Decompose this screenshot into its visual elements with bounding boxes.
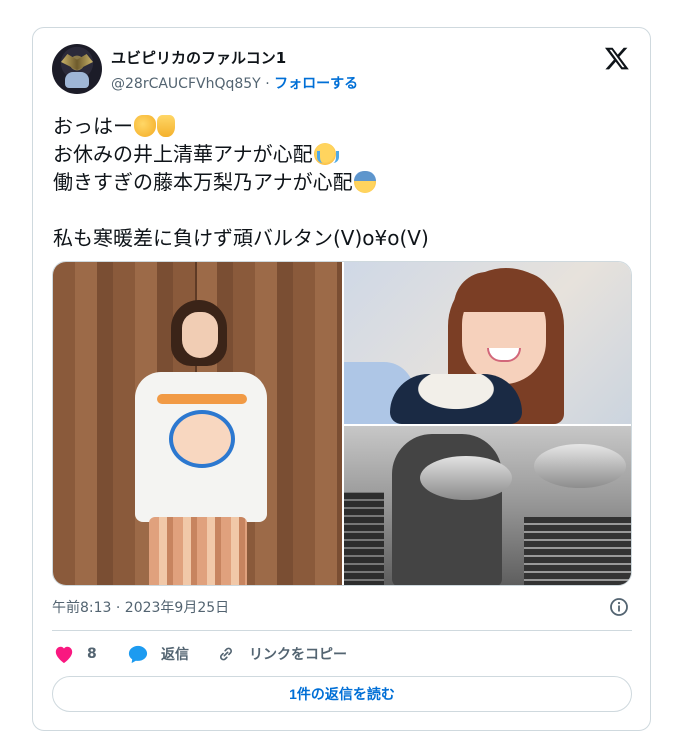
crying-face-emoji-icon (313, 143, 339, 165)
tweet-timestamp[interactable]: 午前8:13 · 2023年9月25日 (52, 597, 229, 617)
tweet-line-3: 働きすぎの藤本万梨乃アナが心配 (53, 168, 429, 196)
face-shape (182, 312, 218, 358)
falcon-emblem-icon (61, 54, 93, 70)
like-button[interactable]: 8 (53, 642, 97, 666)
handle-separator: · (265, 76, 270, 92)
building-right (524, 517, 631, 585)
monster-claw-right (534, 444, 626, 488)
handle-row: @28rCAUCFVhQq85Y · フォローする (111, 73, 358, 93)
monster-claw-left (420, 456, 512, 500)
heart-icon (55, 646, 73, 664)
copy-link-button[interactable]: リンクをコピー (215, 642, 347, 666)
link-icon (220, 647, 232, 661)
tweet-line-3-text: 働きすぎの藤本万梨乃アナが心配 (53, 170, 353, 194)
photo-baltan-monster[interactable] (344, 426, 631, 585)
read-replies-button[interactable]: 1件の返信を読む (52, 676, 632, 712)
ok-hand-emoji-icon (134, 115, 156, 137)
tweet-card: ユビピリカのファルコン1 @28rCAUCFVhQq85Y · フォローする お… (32, 27, 651, 731)
bowl-shape (390, 374, 522, 424)
photo-woman-tshirt[interactable] (53, 262, 342, 585)
tweet-line-1: おっはー (53, 112, 429, 140)
tweet-line-2: お休みの井上清華アナが心配 (53, 140, 429, 168)
tweet-line-2-text: お休みの井上清華アナが心配 (53, 142, 313, 166)
reply-label: 返信 (161, 647, 189, 663)
tweet-line-5-text: 私も寒暖差に負けず頑バルタン(V)o¥o(V) (53, 226, 429, 250)
sweat-face-emoji-icon (353, 171, 376, 193)
tweet-line-1-text: おっはー (53, 114, 133, 138)
tshirt-print-text (157, 394, 247, 404)
tshirt-print (169, 410, 235, 468)
user-handle[interactable]: @28rCAUCFVhQq85Y (111, 76, 261, 92)
raised-hand-emoji-icon (157, 115, 175, 137)
x-logo-icon[interactable] (604, 45, 630, 71)
bangs-shape (454, 272, 554, 312)
reply-button[interactable]: 返信 (127, 642, 189, 666)
user-name[interactable]: ユビピリカのファルコン1 (111, 47, 286, 68)
info-icon[interactable] (609, 597, 629, 617)
tweet-text: おっはー お休みの井上清華アナが心配 働きすぎの藤本万梨乃アナが心配 私も寒暖差… (53, 112, 429, 252)
divider (52, 630, 632, 631)
building-left (344, 492, 384, 585)
skirt-shape (149, 517, 247, 585)
reply-bubble-icon (128, 645, 148, 664)
avatar[interactable] (52, 44, 102, 94)
hand-graphic (65, 72, 89, 88)
media-grid (52, 261, 632, 586)
follow-button[interactable]: フォローする (274, 76, 358, 92)
copy-link-label: リンクをコピー (249, 647, 347, 663)
photo-woman-bowl[interactable] (344, 262, 631, 424)
tweet-line-5: 私も寒暖差に負けず頑バルタン(V)o¥o(V) (53, 224, 429, 252)
like-count: 8 (87, 646, 97, 662)
